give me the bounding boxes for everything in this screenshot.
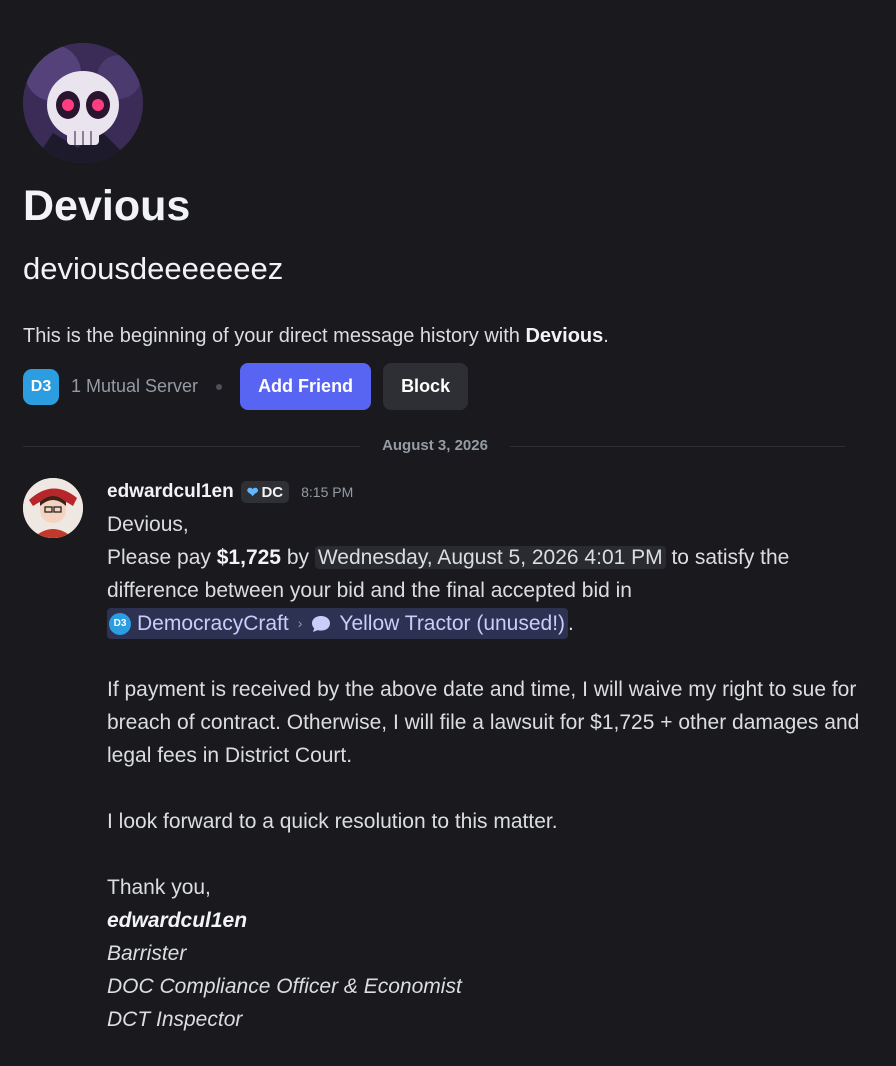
add-friend-button[interactable]: Add Friend xyxy=(240,363,372,410)
signature-title-2: DOC Compliance Officer & Economist xyxy=(107,975,462,998)
mutual-servers-link[interactable]: 1 Mutual Server xyxy=(71,376,198,397)
profile-avatar[interactable] xyxy=(23,43,143,163)
profile-username: deviousdeeeeeeez xyxy=(23,251,284,286)
message-paragraph-3: I look forward to a quick resolution to … xyxy=(107,810,558,833)
signature-name-text: edwardcul1en xyxy=(107,909,248,932)
mention-server-name: DemocracyCraft xyxy=(137,612,289,635)
mutual-server-icon[interactable]: D3 xyxy=(23,368,59,405)
profile-display-name: Devious xyxy=(23,182,191,230)
thread-icon xyxy=(312,615,331,632)
mutual-server-icon-text: D3 xyxy=(30,377,52,395)
message-author-name[interactable]: edwardcul1en xyxy=(107,481,234,503)
message-paragraph-2: If payment is received by the above date… xyxy=(107,678,860,767)
mention-suffix: . xyxy=(568,612,574,635)
due-date-timestamp[interactable]: Wednesday, August 5, 2026 4:01 PM xyxy=(314,546,666,569)
intro-suffix: . xyxy=(603,325,609,347)
signature-title-1: Barrister xyxy=(107,942,187,965)
server-icon: D3 xyxy=(109,612,131,635)
message-timestamp[interactable]: 8:15 PM xyxy=(301,484,353,500)
block-button[interactable]: Block xyxy=(383,363,469,410)
payment-amount: $1,725 xyxy=(216,546,281,569)
intro-name: Devious xyxy=(525,325,604,347)
line1-prefix: Please pay xyxy=(107,546,217,569)
intro-prefix: This is the beginning of your direct mes… xyxy=(23,325,526,347)
mention-server-icon-text: D3 xyxy=(113,618,127,629)
server-tag-label: DC xyxy=(261,483,284,501)
channel-mention[interactable]: D3 DemocracyCraft › Yellow Tractor (unus… xyxy=(107,608,569,639)
mention-thread-name: Yellow Tractor (unused!) xyxy=(339,612,566,635)
signature-name: edwardcul1en xyxy=(107,904,867,937)
separator-dot xyxy=(216,383,223,390)
server-tag-badge[interactable]: ❤ DC xyxy=(240,481,290,503)
signature-title-3: DCT Inspector xyxy=(107,1008,243,1031)
profile-actions: D3 1 Mutual Server Add Friend Block xyxy=(23,363,469,410)
message-header: edwardcul1en ❤ DC 8:15 PM xyxy=(107,479,353,505)
message-paragraph-1: Please pay $1,725 by Wednesday, August 5… xyxy=(107,541,867,640)
message-author-avatar[interactable] xyxy=(23,478,83,538)
message-greeting: Devious, xyxy=(107,513,189,536)
heart-icon: ❤ xyxy=(246,483,259,500)
message-content: Devious, Please pay $1,725 by Wednesday,… xyxy=(107,508,867,1036)
message-closing: Thank you, xyxy=(107,876,211,899)
dm-intro-text: This is the beginning of your direct mes… xyxy=(23,320,609,352)
line1-mid: by xyxy=(280,546,315,569)
chevron-right-icon: › xyxy=(297,615,303,631)
date-divider-label: August 3, 2026 xyxy=(360,435,510,457)
